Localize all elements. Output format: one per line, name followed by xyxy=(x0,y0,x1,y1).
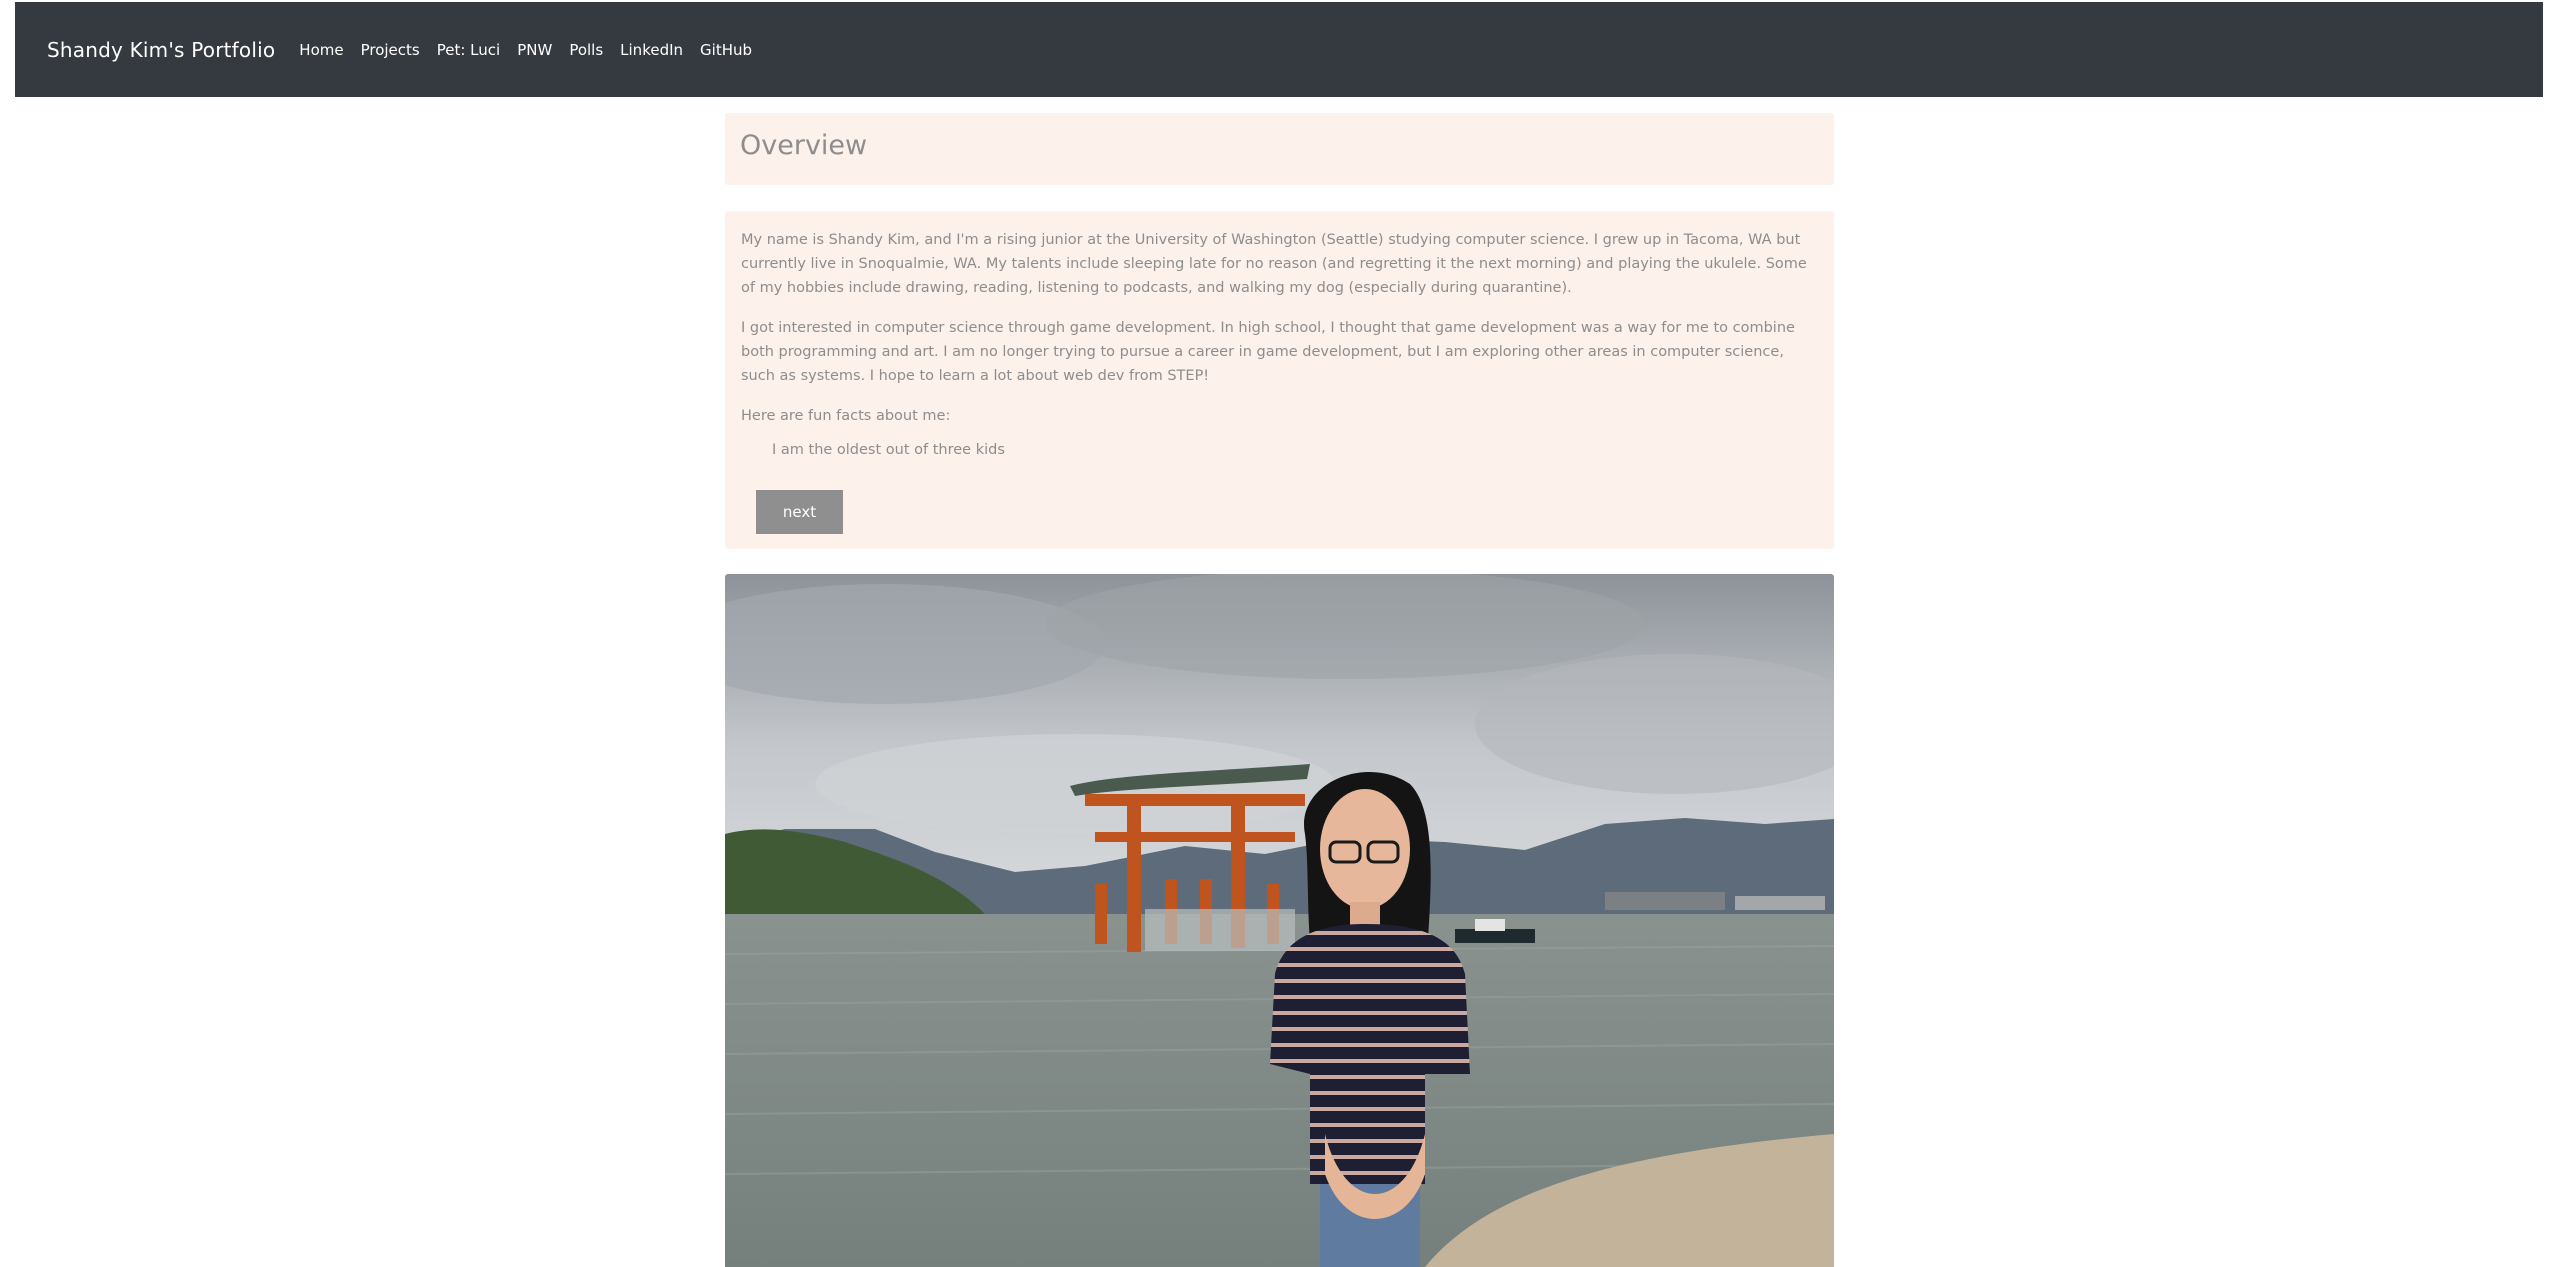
navbar: Shandy Kim's Portfolio Home Projects Pet… xyxy=(15,2,2543,97)
nav-link-pnw[interactable]: PNW xyxy=(517,41,552,59)
profile-photo xyxy=(725,574,1834,1267)
overview-card: Overview xyxy=(725,113,1834,185)
fun-fact-text: I am the oldest out of three kids xyxy=(772,442,1005,458)
brand-link[interactable]: Shandy Kim's Portfolio xyxy=(47,38,275,62)
nav-link-projects[interactable]: Projects xyxy=(361,41,420,59)
nav-link-linkedin[interactable]: LinkedIn xyxy=(620,41,683,59)
fun-facts-heading: Here are fun facts about me: xyxy=(741,408,951,424)
about-paragraph: I got interested in computer science thr… xyxy=(741,320,1795,384)
nav-link-home[interactable]: Home xyxy=(299,41,343,59)
about-paragraph: My name is Shandy Kim, and I'm a rising … xyxy=(741,232,1807,296)
nav-link-github[interactable]: GitHub xyxy=(700,41,752,59)
page-title: Overview xyxy=(740,130,868,161)
nav-links: Home Projects Pet: Luci PNW Polls Linked… xyxy=(299,41,769,59)
nav-link-polls[interactable]: Polls xyxy=(569,41,603,59)
next-fact-button[interactable]: next xyxy=(756,490,843,534)
nav-link-pet[interactable]: Pet: Luci xyxy=(437,41,500,59)
photo-illustration xyxy=(725,574,1834,1267)
about-card: My name is Shandy Kim, and I'm a rising … xyxy=(725,211,1834,549)
